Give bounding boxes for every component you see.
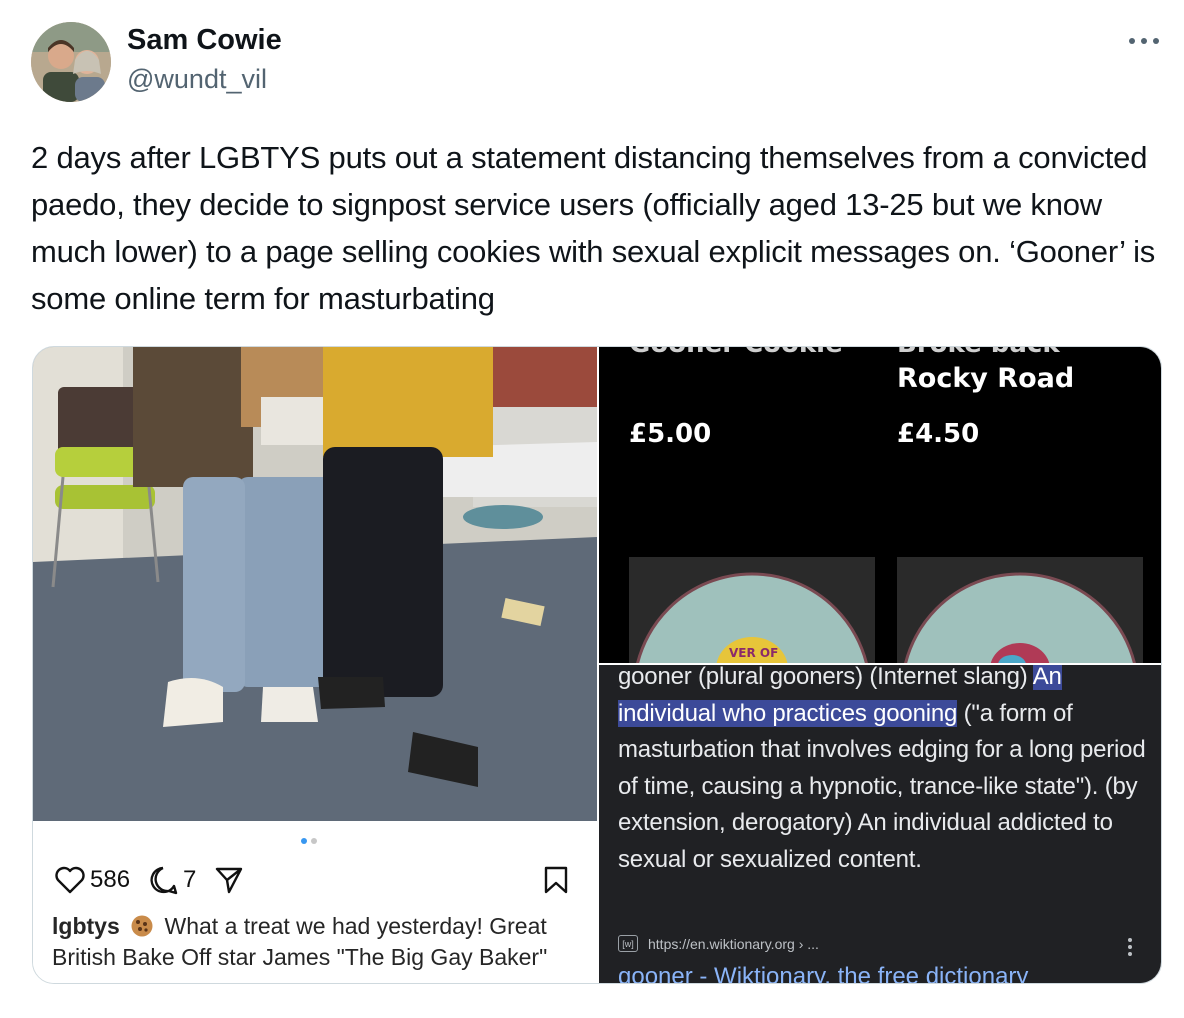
vertical-dots-icon	[1128, 938, 1132, 956]
svg-text:VER OF: VER OF	[729, 646, 778, 660]
media-image-instagram[interactable]: 586 7 lgbtys What a treat we had yesterd…	[33, 347, 597, 983]
instagram-action-bar: 586 7	[55, 865, 244, 895]
product1-price: £5.00	[629, 419, 712, 449]
product1-cookie-image: VER OF	[629, 557, 875, 663]
avatar[interactable]	[31, 22, 111, 102]
media-grid[interactable]: 586 7 lgbtys What a treat we had yesterd…	[32, 346, 1162, 984]
source-menu-button[interactable]	[1127, 937, 1133, 962]
likes-count: 586	[90, 866, 131, 893]
bookmark-icon	[544, 866, 568, 894]
avatar-photo	[31, 22, 111, 102]
definition-text: gooner (plural gooners) (Internet slang)…	[618, 665, 1148, 878]
definition-pre: gooner (plural gooners) (Internet slang)	[618, 665, 1033, 690]
bookmark-button[interactable]	[543, 865, 569, 900]
more-options-button[interactable]	[1124, 26, 1164, 56]
source-row: [w] https://en.wiktionary.org › ...	[618, 935, 819, 952]
product2-name-line1: Broke back	[897, 347, 1060, 359]
product2-price: £4.50	[897, 419, 980, 449]
product2-name-line2: Rocky Road	[897, 363, 1075, 394]
source-url: https://en.wiktionary.org › ...	[648, 935, 819, 952]
comments-count: 7	[183, 866, 197, 893]
comment-icon[interactable]	[148, 865, 178, 895]
media-image-shop[interactable]: Gooner Cookie Broke back Rocky Road £5.0…	[599, 347, 1161, 663]
product2-cookie-image	[897, 557, 1143, 663]
carousel-dot	[311, 838, 317, 844]
instagram-caption: lgbtys What a treat we had yesterday! Gr…	[52, 911, 582, 973]
instagram-username[interactable]: lgbtys	[52, 913, 120, 939]
share-icon[interactable]	[214, 865, 244, 895]
product1-name: Gooner Cookie	[629, 347, 843, 359]
more-icon	[1129, 38, 1159, 44]
carousel-dot-active	[301, 838, 307, 844]
author-name[interactable]: Sam Cowie	[127, 24, 282, 57]
author-handle[interactable]: @wundt_vil	[127, 64, 267, 95]
wiktionary-favicon-icon: [w]	[618, 935, 638, 952]
media-image-definition[interactable]: gooner (plural gooners) (Internet slang)…	[599, 665, 1161, 983]
heart-icon[interactable]	[55, 866, 85, 894]
tweet-text: 2 days after LGBTYS puts out a statement…	[31, 140, 1156, 316]
result-link[interactable]: gooner - Wiktionary, the free dictionary	[618, 963, 1028, 983]
carousel-dots	[301, 838, 317, 844]
caption-text: What a treat we had yesterday! Great Bri…	[52, 913, 548, 970]
cookie-emoji-icon	[131, 915, 153, 937]
instagram-photo	[33, 347, 597, 821]
